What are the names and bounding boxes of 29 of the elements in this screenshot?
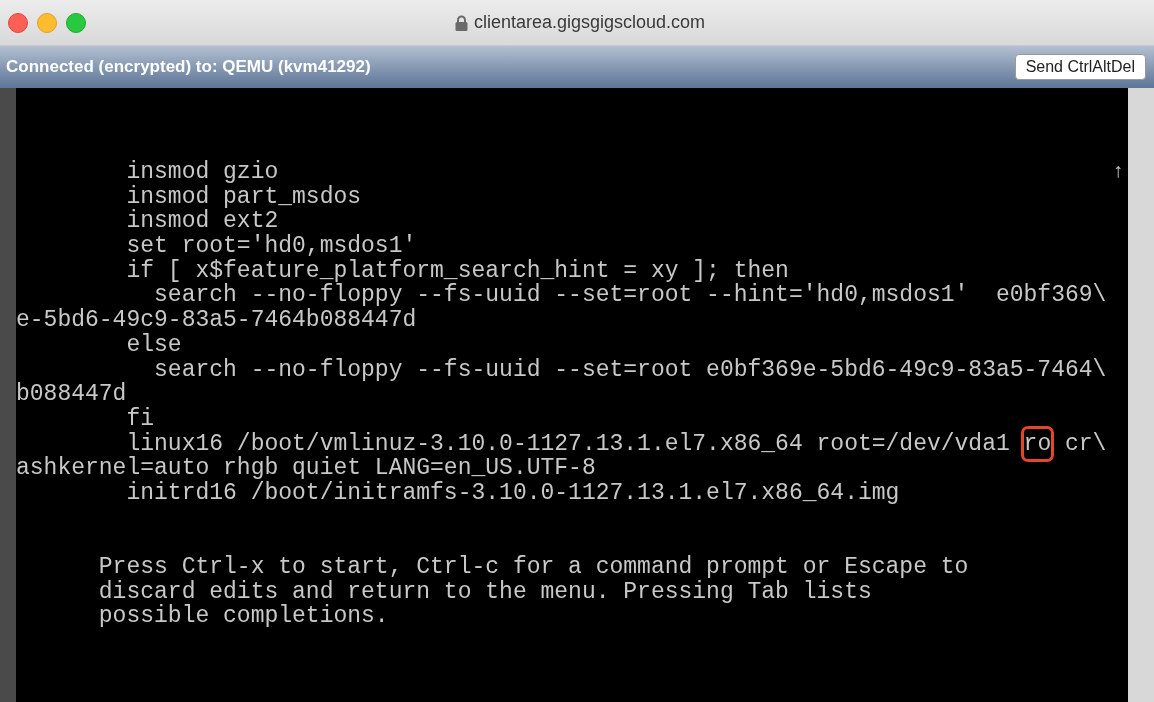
console-line: search --no-floppy --fs-uuid --set=root --hint='hd0,msdos1' e0bf369\: [154, 283, 1107, 309]
console-line: b088447d: [16, 382, 127, 407]
console-line: fi: [125, 406, 155, 432]
highlighted-option: ro: [1023, 428, 1052, 460]
console-line: initrd16 /boot/initramfs-3.10.0-1127.13.1.el7.x86_64.img: [125, 480, 900, 506]
lock-icon: [454, 14, 468, 31]
console-line: search --no-floppy --fs-uuid --set=root e0bf369e-5bd6-49c9-83a5-7464\: [153, 357, 1107, 383]
console-line: set root='hd0,msdos1': [125, 234, 417, 259]
send-ctrlaltdel-button[interactable]: Send CtrlAltDel: [1014, 54, 1146, 80]
console-line: if [ x$feature_platform_search_hint = xy ]; then: [125, 258, 789, 284]
help-text: discard edits and return to the menu. Pressing Tab lists: [97, 579, 872, 605]
scrollbar-track[interactable]: [1128, 88, 1154, 702]
console-line: else: [125, 332, 182, 358]
help-text: Press Ctrl-x to start, Ctrl-c for a command prompt or Escape to: [97, 555, 969, 580]
scroll-indicator: ↑: [1112, 160, 1124, 185]
window-title: clientarea.gigsgigscloud.com: [473, 11, 706, 34]
console-line: linux16 /boot/vmlinuz-3.10.0-1127.13.1.el7.x86_64 root=/dev/vda1: [126, 431, 1011, 457]
console-screen[interactable]: [16, 88, 1128, 702]
console-line: insmod gzio: [125, 160, 279, 185]
maximize-icon[interactable]: [66, 12, 86, 33]
console-line: ashkernel=auto rhgb quiet LANG=en_US.UTF-8: [16, 456, 596, 481]
console-line: insmod part_msdos: [125, 184, 362, 210]
help-text: possible completions.: [97, 604, 389, 630]
minimize-icon[interactable]: [37, 12, 57, 33]
console-line: insmod ext2: [125, 209, 279, 235]
connection-status: Connected (encrypted) to: QEMU (kvm41292): [6, 56, 371, 79]
console-line: cr\: [1064, 431, 1107, 457]
console-line: e-5bd6-49c9-83a5-7464b088447d: [16, 308, 417, 333]
close-icon[interactable]: [8, 12, 28, 33]
